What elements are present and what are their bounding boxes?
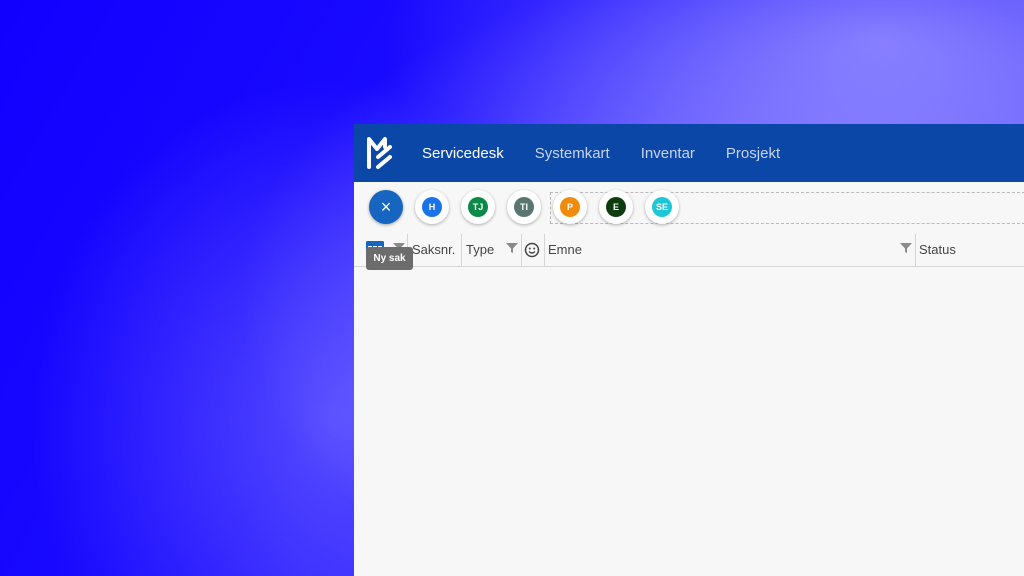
chip-initials: H xyxy=(422,197,442,217)
app-logo[interactable] xyxy=(366,133,396,173)
nav-item-systemkart[interactable]: Systemkart xyxy=(535,145,610,162)
column-emne[interactable]: Emne xyxy=(548,242,582,257)
chip-initials: TI xyxy=(514,197,534,217)
filter-chips-row: × H TJ TI P E SE xyxy=(354,182,1024,232)
new-case-tooltip: Ny sak xyxy=(366,247,413,270)
chip-p[interactable]: P xyxy=(553,190,587,224)
chip-ti[interactable]: TI xyxy=(507,190,541,224)
chip-initials: P xyxy=(560,197,580,217)
column-status[interactable]: Status xyxy=(919,242,956,257)
chip-e[interactable]: E xyxy=(599,190,633,224)
nav-item-inventar[interactable]: Inventar xyxy=(641,145,695,162)
chip-h[interactable]: H xyxy=(415,190,449,224)
chip-initials: SE xyxy=(652,197,672,217)
filter-icon[interactable] xyxy=(506,242,518,254)
close-button[interactable]: × xyxy=(369,190,403,224)
chip-se[interactable]: SE xyxy=(645,190,679,224)
column-divider[interactable] xyxy=(544,234,545,266)
column-divider[interactable] xyxy=(521,234,522,266)
chip-initials: E xyxy=(606,197,626,217)
column-divider[interactable] xyxy=(461,234,462,266)
smiley-icon[interactable] xyxy=(524,242,540,258)
chip-initials: TJ xyxy=(468,197,488,217)
column-divider[interactable] xyxy=(915,234,916,266)
table-header: Saksnr. Type Emne Status xyxy=(354,234,1024,267)
app-window: Servicedesk Systemkart Inventar Prosjekt… xyxy=(354,124,1024,576)
filter-icon[interactable] xyxy=(900,242,912,254)
nav-item-servicedesk[interactable]: Servicedesk xyxy=(422,145,504,162)
chip-tj[interactable]: TJ xyxy=(461,190,495,224)
top-navigation: Servicedesk Systemkart Inventar Prosjekt xyxy=(354,124,1024,182)
column-type[interactable]: Type xyxy=(466,242,494,257)
column-saksnr[interactable]: Saksnr. xyxy=(412,242,455,257)
nav-item-prosjekt[interactable]: Prosjekt xyxy=(726,145,780,162)
